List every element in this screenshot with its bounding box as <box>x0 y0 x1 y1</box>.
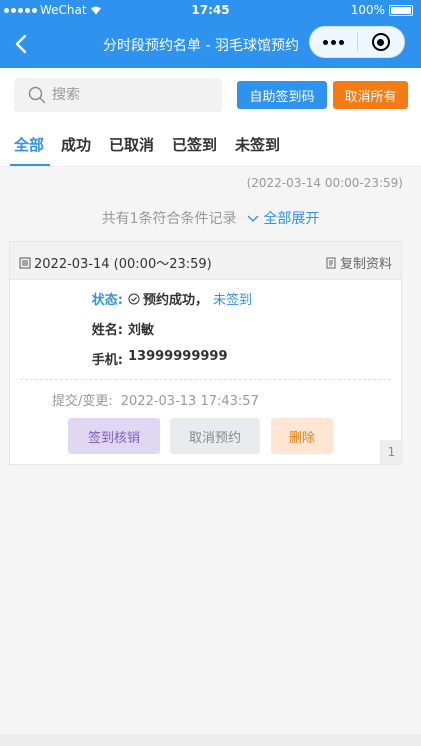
submit-label: 提交/变更: <box>52 394 113 409</box>
check-circle-icon <box>128 293 140 304</box>
date-range-text: (2022-03-14 00:00-23:59) <box>246 176 403 190</box>
name-label: 姓名: <box>91 323 123 338</box>
submit-value: 2022-03-13 17:43:57 <box>120 394 259 409</box>
battery-percent: 100% <box>350 3 385 17</box>
chevron-down-icon <box>247 215 259 222</box>
copy-info-label: 复制资料 <box>339 257 392 272</box>
delete-button[interactable]: 删除 <box>271 418 333 454</box>
navigation-bar: 分时段预约名单 - 羽毛球馆预约 <box>0 20 421 68</box>
tab-all[interactable]: 全部 <box>14 134 44 155</box>
search-box[interactable] <box>14 78 222 112</box>
card-date: 2022-03-14 (00:00～23:59) <box>19 253 212 272</box>
card-header: 2022-03-14 (00:00～23:59) 复制资料 <box>10 242 401 280</box>
filter-tabs: 全部 成功 已取消 已签到 未签到 <box>0 126 421 167</box>
target-close-icon <box>371 33 390 51</box>
page-number-badge: 1 <box>380 440 403 464</box>
search-input[interactable] <box>52 87 202 103</box>
copy-icon <box>326 257 336 268</box>
checkin-verify-button[interactable]: 签到核销 <box>68 418 160 454</box>
result-summary: 共有1条符合条件记录 全部展开 <box>0 208 421 228</box>
more-menu-button[interactable] <box>310 27 357 57</box>
page-title: 分时段预约名单 - 羽毛球馆预约 <box>103 38 299 54</box>
copy-info-button[interactable]: 复制资料 <box>325 253 392 272</box>
chevron-left-icon <box>15 34 27 54</box>
status-text: 预约成功， <box>143 293 209 308</box>
bottom-safe-area <box>0 734 421 746</box>
reservation-card: 2022-03-14 (00:00～23:59) 复制资料 状态: 预约成功， … <box>9 241 403 465</box>
active-tab-indicator <box>10 164 50 166</box>
more-dots-icon <box>322 39 328 45</box>
battery-group: 100% <box>351 3 413 17</box>
close-mini-program-button[interactable] <box>357 27 404 57</box>
status-bar: WeChat 17:45 100% <box>0 0 421 20</box>
result-count-text: 共有1条符合条件记录 <box>101 211 237 227</box>
status-value: 预约成功， 未签到 <box>128 289 252 308</box>
status-label: 状态: <box>91 293 123 308</box>
name-value: 刘敏 <box>128 323 155 338</box>
cancel-all-button[interactable]: 取消所有 <box>333 81 408 109</box>
tab-checked-in[interactable]: 已签到 <box>172 134 217 155</box>
tab-success[interactable]: 成功 <box>61 134 91 155</box>
search-row: 自助签到码 取消所有 <box>0 68 421 126</box>
card-date-text: 2022-03-14 (00:00～23:59) <box>34 257 212 272</box>
mini-program-capsule <box>309 26 405 58</box>
battery-icon <box>389 4 413 16</box>
card-divider <box>20 379 391 380</box>
search-icon <box>28 86 46 104</box>
cancel-reservation-button[interactable]: 取消预约 <box>170 418 260 454</box>
phone-label: 手机: <box>91 353 123 368</box>
back-button[interactable] <box>8 31 34 57</box>
expand-all-label: 全部展开 <box>263 211 320 227</box>
checkin-status-text: 未签到 <box>213 293 253 308</box>
tab-cancelled[interactable]: 已取消 <box>109 134 154 155</box>
list-icon <box>19 257 31 268</box>
submit-time-row: 提交/变更: 2022-03-13 17:43:57 <box>52 390 259 409</box>
phone-value: 13999999999 <box>128 349 228 364</box>
expand-all-button[interactable]: 全部展开 <box>247 211 319 227</box>
self-checkin-code-button[interactable]: 自助签到码 <box>237 81 327 109</box>
tab-not-checked-in[interactable]: 未签到 <box>235 134 280 155</box>
